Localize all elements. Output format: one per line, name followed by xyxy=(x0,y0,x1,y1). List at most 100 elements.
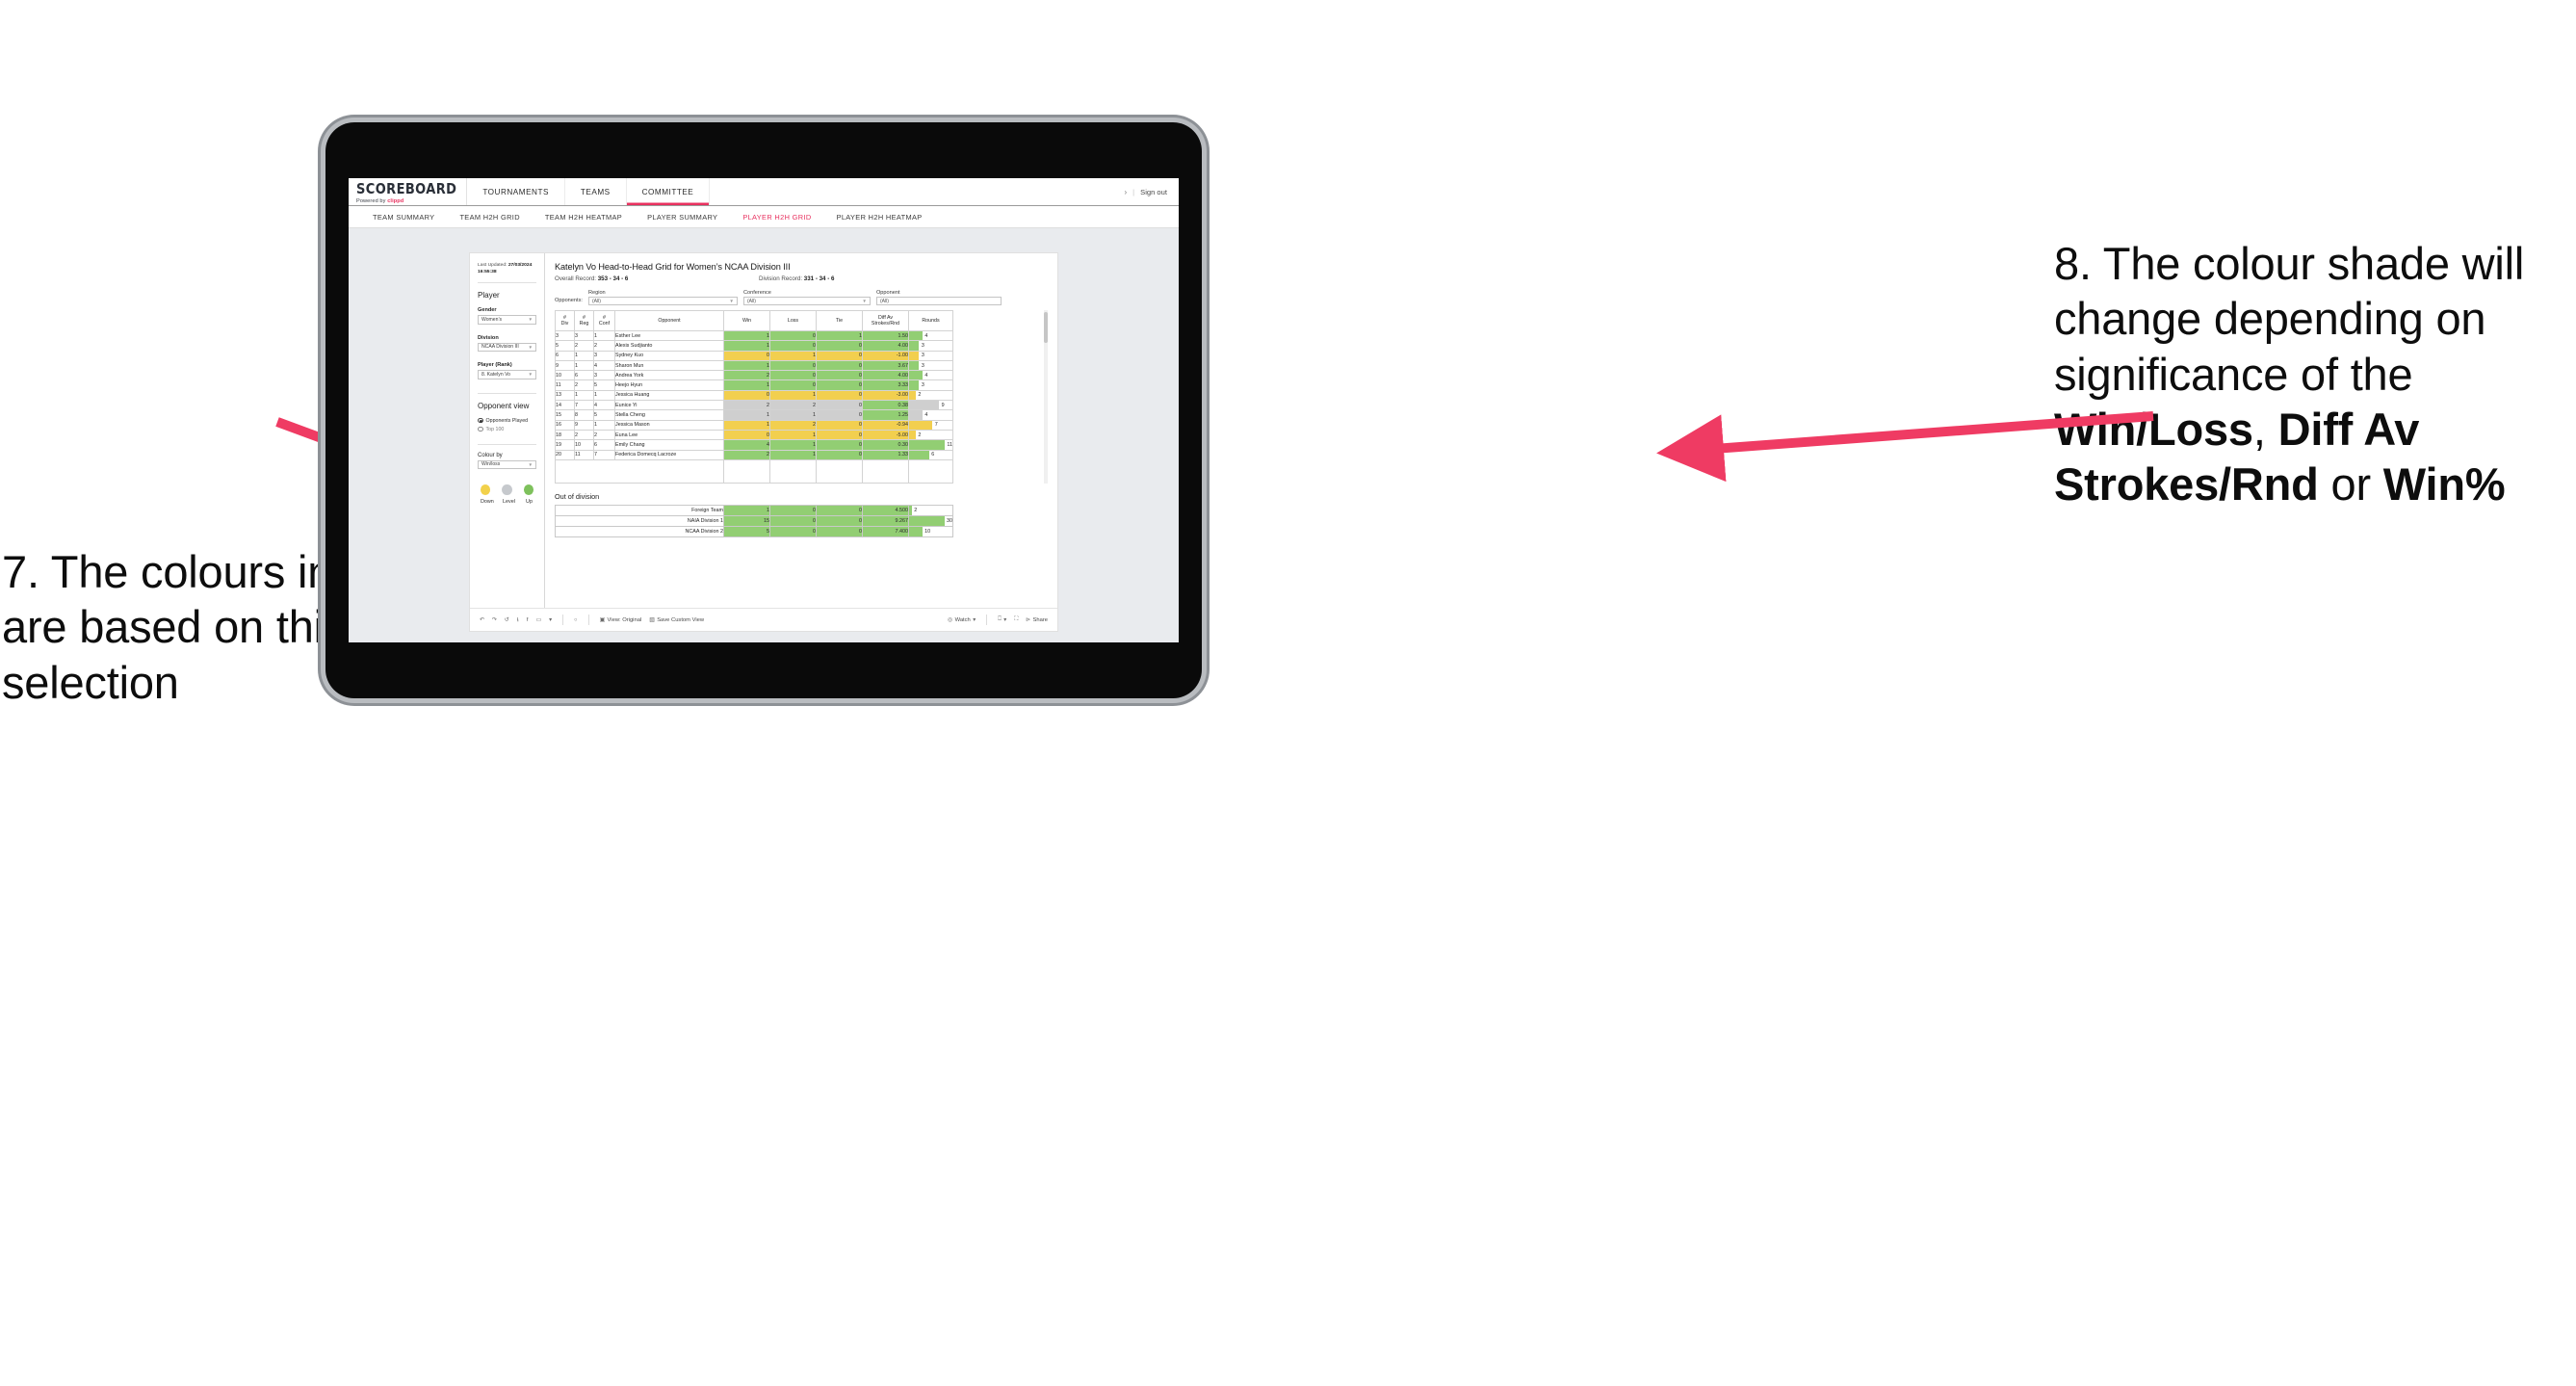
subnav-item-player-summary[interactable]: PLAYER SUMMARY xyxy=(635,213,730,222)
brand-logo[interactable]: SCOREBOARD Powered by clippd xyxy=(349,178,468,205)
table-row[interactable]: 6 1 3 Sydney Kuo 0 1 0 -1.00 3 xyxy=(555,350,953,361)
cell-win: 2 xyxy=(723,370,770,381)
table-row[interactable]: 20 11 7 Federica Domecq Lacroze 2 1 0 1.33 6 xyxy=(555,449,953,460)
subnav-item-team-h2h-heatmap[interactable]: TEAM H2H HEATMAP xyxy=(533,213,635,222)
column-header-win[interactable]: Win xyxy=(723,310,770,331)
cell-conf-rank: 5 xyxy=(593,379,615,391)
column-header-diff-av-strokes-rnd[interactable]: Diff Av Strokes/Rnd xyxy=(862,310,909,331)
download-icon: ⎕ xyxy=(998,616,1002,622)
filler-cell xyxy=(723,458,770,484)
radio-top-100[interactable]: Top 100 xyxy=(478,427,536,432)
region-filter-select[interactable]: (All) ▼ xyxy=(587,297,738,305)
cell-diff-av-strokes: -0.94 xyxy=(862,419,909,431)
nav-item-tournaments[interactable]: TOURNAMENTS xyxy=(467,178,565,205)
annotation-8-lead: 8. The colour shade will change dependin… xyxy=(2054,238,2525,345)
revert-icon[interactable]: ↺ xyxy=(505,617,509,623)
grid-scrollbar-thumb[interactable] xyxy=(1044,312,1048,343)
legend-dot-level xyxy=(502,484,512,496)
view-shape-icon[interactable]: ▭ xyxy=(536,617,541,623)
opponent-filter-select[interactable]: (All) xyxy=(875,297,1002,305)
conference-filter-value: (All) xyxy=(746,298,756,304)
subnav-item-player-h2h-grid[interactable]: PLAYER H2H GRID xyxy=(730,213,823,222)
grid-scrollbar-track[interactable] xyxy=(1044,310,1048,484)
out-of-division-row[interactable]: NAIA Division 1 15 0 0 9.267 30 xyxy=(555,514,953,527)
pause-updates-icon[interactable]: ⭱ xyxy=(527,615,529,625)
subnav-item-team-h2h-grid[interactable]: TEAM H2H GRID xyxy=(447,213,532,222)
table-filler-row xyxy=(555,458,953,484)
cell-loss: 2 xyxy=(769,419,817,431)
legend-label-level: Level xyxy=(503,499,515,506)
table-row[interactable]: 19 10 6 Emily Chang 4 1 0 0.30 11 xyxy=(555,439,953,451)
gender-value: Women’s xyxy=(481,316,503,323)
player-rank-select[interactable]: 8. Katelyn Vo ▼ xyxy=(478,370,536,379)
annotation-8-sep1: , xyxy=(2252,403,2278,455)
alerts-icon[interactable]: ○ xyxy=(574,617,578,623)
cell-conf-rank: 4 xyxy=(593,359,615,372)
table-row[interactable]: 10 6 3 Andrea York 2 0 0 4.00 4 xyxy=(555,370,953,381)
watch-icon: ◎ xyxy=(948,616,953,623)
column-header-rounds[interactable]: Rounds xyxy=(908,310,953,331)
cell-opponent: Sydney Kuo xyxy=(614,350,724,361)
save-custom-view-button[interactable]: ▧ Save Custom View xyxy=(649,617,704,623)
cell-win: 1 xyxy=(723,379,770,391)
brand-subtitle: Powered by clippd xyxy=(356,198,456,204)
table-row[interactable]: 11 2 5 Heejo Hyun 1 0 0 3.33 3 xyxy=(555,379,953,391)
column-header-reg[interactable]: # Reg xyxy=(574,310,594,331)
view-original-button[interactable]: ▣ View: Original xyxy=(600,617,642,623)
table-row[interactable]: 18 2 2 Euna Lee 0 1 0 -5.00 2 xyxy=(555,429,953,441)
chevron-down-icon: ▼ xyxy=(528,344,533,350)
fullscreen-button[interactable]: ⛶ xyxy=(1014,616,1018,623)
subnav-item-team-summary[interactable]: TEAM SUMMARY xyxy=(360,213,447,222)
conference-filter: Conference (All) ▼ xyxy=(742,290,871,305)
chevron-down-icon[interactable]: ▾ xyxy=(549,617,552,623)
column-header-tie[interactable]: Tie xyxy=(816,310,863,331)
filler-cell xyxy=(908,458,953,484)
cell-loss: 1 xyxy=(769,350,817,361)
cell-div-rank: 3 xyxy=(555,329,575,342)
nav-item-teams[interactable]: TEAMS xyxy=(565,178,627,205)
subnav-item-player-h2h-heatmap[interactable]: PLAYER H2H HEATMAP xyxy=(824,213,935,222)
cell-rounds: 4 xyxy=(908,409,953,421)
colour-by-select[interactable]: Win/loss ▼ xyxy=(478,459,536,470)
sidebar-divider-2 xyxy=(478,392,536,394)
toolbar-divider-1 xyxy=(562,615,564,625)
conference-filter-select[interactable]: (All) ▼ xyxy=(742,297,871,305)
cell-rounds: 3 xyxy=(908,340,953,352)
redo-icon[interactable]: ↷ xyxy=(492,617,497,623)
table-row[interactable]: 13 1 1 Jessica Huang 0 1 0 -3.00 2 xyxy=(555,389,953,402)
undo-icon[interactable]: ↶ xyxy=(480,617,484,623)
table-row[interactable]: 15 8 5 Stella Cheng 1 1 0 1.25 4 xyxy=(555,409,953,421)
nav-item-committee[interactable]: COMMITTEE xyxy=(627,178,711,205)
cell-reg-rank: 2 xyxy=(574,429,594,441)
column-header-div[interactable]: # Div xyxy=(555,310,575,331)
table-row[interactable]: 3 3 1 Esther Lee 1 0 1 1.50 4 xyxy=(555,329,953,342)
player-rank-label: Player (Rank) xyxy=(478,362,512,369)
cell-diff-av-strokes: 1.33 xyxy=(862,449,909,460)
chevron-right-icon[interactable]: › xyxy=(1124,188,1127,196)
cell-loss: 1 xyxy=(769,439,817,451)
share-button[interactable]: ⊳ Share xyxy=(1026,617,1048,623)
out-of-division-row[interactable]: Foreign Team 1 0 0 4.500 2 xyxy=(555,504,953,516)
column-header-loss[interactable]: Loss xyxy=(769,310,817,331)
cell-rounds: 7 xyxy=(908,419,953,431)
share-icon: ⊳ xyxy=(1026,616,1031,623)
cell-reg-rank: 7 xyxy=(574,400,594,411)
column-header-conf[interactable]: # Conf xyxy=(593,310,615,331)
radio-opponents-played-label: Opponents Played xyxy=(485,417,529,424)
table-row[interactable]: 14 7 4 Eunice Yi 2 2 0 0.38 9 xyxy=(555,400,953,411)
cell-win: 2 xyxy=(723,449,770,460)
column-header-opponent[interactable]: Opponent xyxy=(614,310,724,331)
table-row[interactable]: 9 1 4 Sharon Mun 1 0 0 3.67 3 xyxy=(555,359,953,372)
gender-select[interactable]: Women’s ▼ xyxy=(478,315,536,325)
table-row[interactable]: 5 2 2 Alexis Sudjianto 1 0 0 4.00 3 xyxy=(555,340,953,352)
division-select[interactable]: NCAA Division III ▼ xyxy=(478,342,536,353)
refresh-data-icon[interactable]: ⭳ xyxy=(517,615,519,625)
dashboard-main: Katelyn Vo Head-to-Head Grid for Women’s… xyxy=(545,253,1057,631)
table-row[interactable]: 16 9 1 Jessica Mason 1 2 0 -0.94 7 xyxy=(555,419,953,431)
sign-out-link[interactable]: Sign out xyxy=(1140,188,1167,196)
radio-opponents-played[interactable]: Opponents Played xyxy=(478,418,536,424)
cell-tie: 0 xyxy=(816,429,863,441)
watch-button[interactable]: ◎ Watch ▾ xyxy=(948,617,976,623)
download-button[interactable]: ⎕ ▾ xyxy=(998,616,1006,623)
out-of-division-row[interactable]: NCAA Division 2 5 0 0 7.400 10 xyxy=(555,525,953,537)
